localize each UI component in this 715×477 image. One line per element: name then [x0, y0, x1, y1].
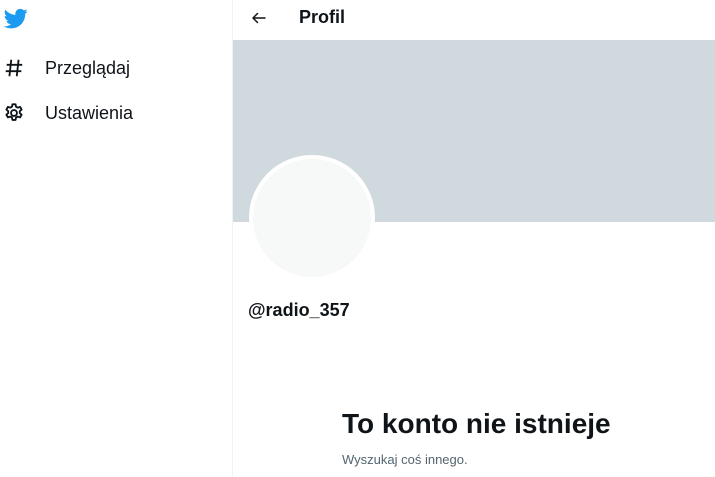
sidebar: Przeglądaj Ustawienia [0, 0, 232, 477]
gear-icon [0, 99, 28, 127]
arrow-left-icon [250, 9, 268, 32]
profile-handle: @radio_357 [248, 300, 350, 320]
twitter-bird-icon[interactable] [2, 6, 30, 30]
empty-state-title: To konto nie istnieje [342, 408, 611, 439]
sidebar-item-explore[interactable]: Przeglądaj [0, 51, 130, 85]
sidebar-item-label: Ustawienia [45, 102, 134, 123]
profile-column: Profil @radio_357 To konto nie istnieje … [233, 0, 715, 477]
avatar[interactable] [249, 155, 375, 281]
sidebar-item-settings[interactable]: Ustawienia [0, 96, 133, 130]
empty-state-subtitle: Wyszukaj coś innego. [342, 452, 468, 467]
back-button[interactable] [243, 4, 275, 36]
sidebar-item-label: Przeglądaj [45, 57, 131, 78]
page-title: Profil [299, 7, 346, 27]
hashtag-icon [0, 54, 28, 82]
profile-header: Profil [233, 0, 715, 40]
